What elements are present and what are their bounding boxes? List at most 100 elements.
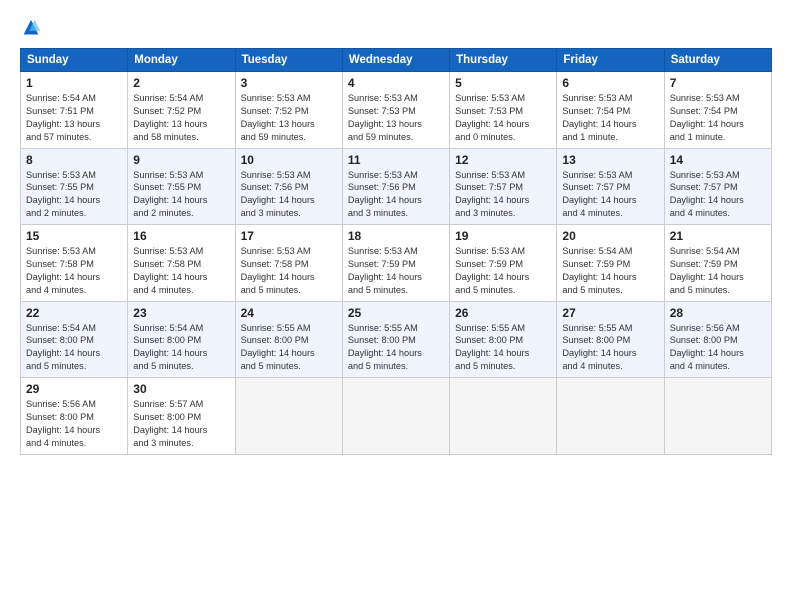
day-number: 30 [133,382,229,396]
calendar-row-4: 29Sunrise: 5:56 AMSunset: 8:00 PMDayligh… [21,378,772,455]
day-cell-11: 11 Sunrise: 5:53 AMSunset: 7:56 PMDayligh… [342,148,449,225]
day-number: 8 [26,153,122,167]
day-info: Sunrise: 5:53 AMSunset: 7:57 PMDaylight:… [562,169,658,221]
day-info: Sunrise: 5:53 AMSunset: 7:55 PMDaylight:… [133,169,229,221]
day-number: 12 [455,153,551,167]
calendar-header-row: SundayMondayTuesdayWednesdayThursdayFrid… [21,49,772,72]
day-info: Sunrise: 5:53 AMSunset: 7:53 PMDaylight:… [455,92,551,144]
day-info: Sunrise: 5:53 AMSunset: 7:54 PMDaylight:… [670,92,766,144]
day-cell-26: 26 Sunrise: 5:55 AMSunset: 8:00 PMDayligh… [450,301,557,378]
day-cell-9: 9Sunrise: 5:53 AMSunset: 7:55 PMDaylight… [128,148,235,225]
day-number: 24 [241,306,337,320]
day-info: Sunrise: 5:54 AMSunset: 7:59 PMDaylight:… [670,245,766,297]
calendar-row-2: 15 Sunrise: 5:53 AMSunset: 7:58 PMDayligh… [21,225,772,302]
empty-cell [557,378,664,455]
day-cell-17: 17 Sunrise: 5:53 AMSunset: 7:58 PMDayligh… [235,225,342,302]
day-info: Sunrise: 5:54 AMSunset: 7:52 PMDaylight:… [133,92,229,144]
day-info: Sunrise: 5:56 AMSunset: 8:00 PMDaylight:… [670,322,766,374]
day-info: Sunrise: 5:53 AMSunset: 7:56 PMDaylight:… [348,169,444,221]
day-number: 6 [562,76,658,90]
day-number: 4 [348,76,444,90]
day-info: Sunrise: 5:57 AMSunset: 8:00 PMDaylight:… [133,398,229,450]
day-cell-5: 5 Sunrise: 5:53 AMSunset: 7:53 PMDaylight… [450,72,557,149]
day-cell-12: 12 Sunrise: 5:53 AMSunset: 7:57 PMDayligh… [450,148,557,225]
empty-cell [664,378,771,455]
day-info: Sunrise: 5:53 AMSunset: 7:58 PMDaylight:… [26,245,122,297]
day-cell-22: 22Sunrise: 5:54 AMSunset: 8:00 PMDayligh… [21,301,128,378]
day-cell-25: 25 Sunrise: 5:55 AMSunset: 8:00 PMDayligh… [342,301,449,378]
day-cell-14: 14 Sunrise: 5:53 AMSunset: 7:57 PMDayligh… [664,148,771,225]
empty-cell [235,378,342,455]
day-cell-23: 23 Sunrise: 5:54 AMSunset: 8:00 PMDayligh… [128,301,235,378]
day-cell-28: 28 Sunrise: 5:56 AMSunset: 8:00 PMDayligh… [664,301,771,378]
col-header-thursday: Thursday [450,49,557,72]
day-info: Sunrise: 5:54 AMSunset: 7:59 PMDaylight:… [562,245,658,297]
day-cell-15: 15 Sunrise: 5:53 AMSunset: 7:58 PMDayligh… [21,225,128,302]
day-info: Sunrise: 5:53 AMSunset: 7:55 PMDaylight:… [26,169,122,221]
day-number: 20 [562,229,658,243]
day-cell-29: 29Sunrise: 5:56 AMSunset: 8:00 PMDayligh… [21,378,128,455]
col-header-wednesday: Wednesday [342,49,449,72]
day-number: 25 [348,306,444,320]
day-number: 21 [670,229,766,243]
day-cell-2: 2 Sunrise: 5:54 AMSunset: 7:52 PMDaylight… [128,72,235,149]
day-cell-13: 13 Sunrise: 5:53 AMSunset: 7:57 PMDayligh… [557,148,664,225]
day-cell-20: 20 Sunrise: 5:54 AMSunset: 7:59 PMDayligh… [557,225,664,302]
col-header-monday: Monday [128,49,235,72]
day-number: 28 [670,306,766,320]
day-info: Sunrise: 5:53 AMSunset: 7:58 PMDaylight:… [241,245,337,297]
day-cell-7: 7Sunrise: 5:53 AMSunset: 7:54 PMDaylight… [664,72,771,149]
calendar-row-0: 1 Sunrise: 5:54 AMSunset: 7:51 PMDaylight… [21,72,772,149]
day-number: 11 [348,153,444,167]
day-cell-10: 10 Sunrise: 5:53 AMSunset: 7:56 PMDayligh… [235,148,342,225]
day-cell-21: 21 Sunrise: 5:54 AMSunset: 7:59 PMDayligh… [664,225,771,302]
day-info: Sunrise: 5:53 AMSunset: 7:57 PMDaylight:… [670,169,766,221]
day-info: Sunrise: 5:55 AMSunset: 8:00 PMDaylight:… [455,322,551,374]
day-info: Sunrise: 5:53 AMSunset: 7:59 PMDaylight:… [348,245,444,297]
day-cell-8: 8 Sunrise: 5:53 AMSunset: 7:55 PMDaylight… [21,148,128,225]
day-number: 5 [455,76,551,90]
day-number: 15 [26,229,122,243]
day-cell-24: 24 Sunrise: 5:55 AMSunset: 8:00 PMDayligh… [235,301,342,378]
day-number: 2 [133,76,229,90]
logo [20,18,46,40]
page-header [20,18,772,40]
day-number: 19 [455,229,551,243]
day-cell-3: 3 Sunrise: 5:53 AMSunset: 7:52 PMDaylight… [235,72,342,149]
day-cell-27: 27Sunrise: 5:55 AMSunset: 8:00 PMDayligh… [557,301,664,378]
day-cell-18: 18 Sunrise: 5:53 AMSunset: 7:59 PMDayligh… [342,225,449,302]
day-number: 17 [241,229,337,243]
day-number: 29 [26,382,122,396]
day-number: 13 [562,153,658,167]
day-info: Sunrise: 5:55 AMSunset: 8:00 PMDaylight:… [348,322,444,374]
day-cell-30: 30 Sunrise: 5:57 AMSunset: 8:00 PMDayligh… [128,378,235,455]
day-cell-16: 16 Sunrise: 5:53 AMSunset: 7:58 PMDayligh… [128,225,235,302]
day-cell-19: 19Sunrise: 5:53 AMSunset: 7:59 PMDayligh… [450,225,557,302]
empty-cell [342,378,449,455]
day-info: Sunrise: 5:54 AMSunset: 8:00 PMDaylight:… [133,322,229,374]
day-info: Sunrise: 5:53 AMSunset: 7:54 PMDaylight:… [562,92,658,144]
calendar-table: SundayMondayTuesdayWednesdayThursdayFrid… [20,48,772,455]
day-cell-1: 1 Sunrise: 5:54 AMSunset: 7:51 PMDaylight… [21,72,128,149]
day-number: 18 [348,229,444,243]
day-cell-4: 4Sunrise: 5:53 AMSunset: 7:53 PMDaylight… [342,72,449,149]
day-number: 22 [26,306,122,320]
day-info: Sunrise: 5:53 AMSunset: 7:52 PMDaylight:… [241,92,337,144]
col-header-tuesday: Tuesday [235,49,342,72]
day-info: Sunrise: 5:53 AMSunset: 7:58 PMDaylight:… [133,245,229,297]
day-info: Sunrise: 5:53 AMSunset: 7:57 PMDaylight:… [455,169,551,221]
day-info: Sunrise: 5:54 AMSunset: 7:51 PMDaylight:… [26,92,122,144]
day-number: 10 [241,153,337,167]
logo-icon [20,18,42,40]
col-header-saturday: Saturday [664,49,771,72]
day-number: 26 [455,306,551,320]
day-number: 27 [562,306,658,320]
day-number: 16 [133,229,229,243]
day-number: 1 [26,76,122,90]
day-info: Sunrise: 5:55 AMSunset: 8:00 PMDaylight:… [241,322,337,374]
col-header-friday: Friday [557,49,664,72]
day-number: 3 [241,76,337,90]
day-info: Sunrise: 5:53 AMSunset: 7:56 PMDaylight:… [241,169,337,221]
day-number: 14 [670,153,766,167]
day-number: 23 [133,306,229,320]
